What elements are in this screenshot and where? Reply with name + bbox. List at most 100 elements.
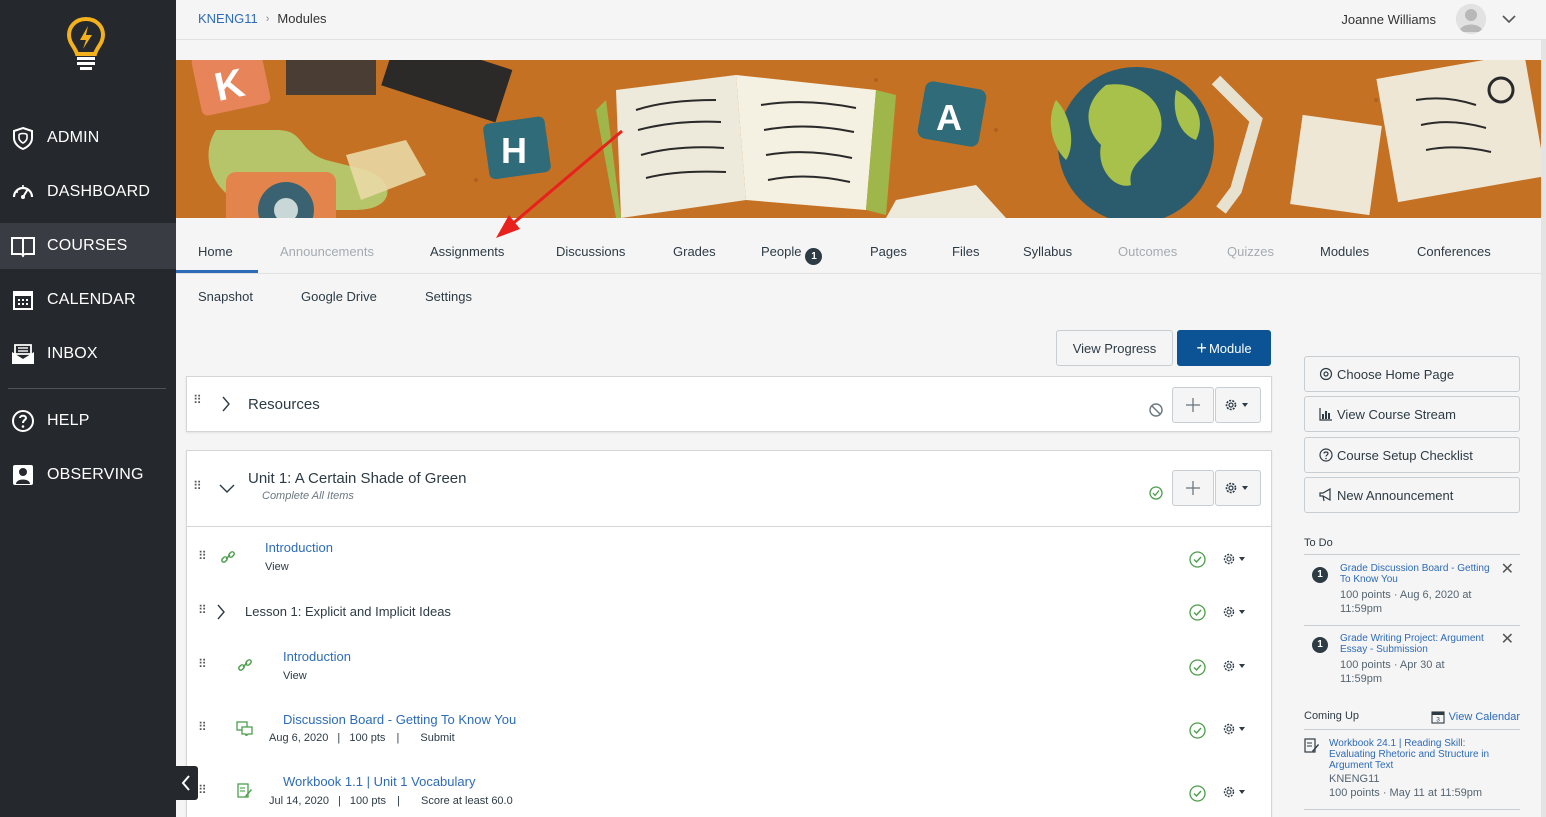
item-title-link[interactable]: Workbook 1.1 | Unit 1 Vocabulary xyxy=(283,774,475,789)
view-course-stream-button[interactable]: View Course Stream xyxy=(1304,396,1520,432)
tab-syllabus[interactable]: Syllabus xyxy=(1023,244,1072,259)
item-settings-button[interactable] xyxy=(1222,551,1252,567)
nav-item-dashboard[interactable]: DASHBOARD xyxy=(0,169,176,215)
module-title[interactable]: Resources xyxy=(248,396,320,413)
scrollbar-track[interactable] xyxy=(1541,40,1546,817)
link-icon xyxy=(238,659,252,671)
list-item: ⠿ Introduction View xyxy=(186,645,1272,690)
observing-icon xyxy=(10,462,36,488)
unpublished-icon[interactable] xyxy=(1149,403,1163,417)
nav-item-courses[interactable]: COURSES xyxy=(0,223,176,269)
collapse-nav-button[interactable] xyxy=(174,766,198,800)
dismiss-close-icon[interactable]: ✕ xyxy=(1501,632,1514,648)
module-title[interactable]: Unit 1: A Certain Shade of Green xyxy=(248,470,466,487)
new-announcement-button[interactable]: New Announcement xyxy=(1304,477,1520,513)
item-settings-button[interactable] xyxy=(1222,604,1252,620)
nav-item-inbox[interactable]: INBOX xyxy=(0,331,176,377)
tab-outcomes[interactable]: Outcomes xyxy=(1118,244,1177,259)
view-progress-button[interactable]: View Progress xyxy=(1056,330,1173,366)
drag-handle-icon[interactable]: ⠿ xyxy=(193,394,202,406)
tab-discussions[interactable]: Discussions xyxy=(556,244,625,259)
module-unit-1: ⠿ Unit 1: A Certain Shade of Green Compl… xyxy=(186,450,1272,817)
completed-check-icon[interactable] xyxy=(1189,551,1206,568)
gear-icon xyxy=(1223,723,1245,735)
inbox-icon xyxy=(10,341,36,367)
todo-meta-time: 11:59pm xyxy=(1340,673,1382,685)
meta-separator: | xyxy=(337,732,341,744)
chevron-right-icon[interactable] xyxy=(216,604,226,620)
item-title-link[interactable]: Discussion Board - Getting To Know You xyxy=(283,712,516,727)
nav-label-observing: OBSERVING xyxy=(47,466,144,483)
todo-link[interactable]: Grade Writing Project: Argument Essay - … xyxy=(1340,633,1492,655)
todo-link[interactable]: Grade Discussion Board - Getting To Know… xyxy=(1340,563,1492,585)
breadcrumb-separator: › xyxy=(265,12,270,25)
completed-check-icon[interactable] xyxy=(1189,785,1206,802)
tab-google-drive[interactable]: Google Drive xyxy=(301,289,377,304)
item-requirement: View xyxy=(283,670,307,682)
nav-item-observing[interactable]: OBSERVING xyxy=(0,452,176,498)
drag-handle-icon[interactable]: ⠿ xyxy=(198,550,207,562)
tab-people[interactable]: People 1 xyxy=(761,244,823,265)
tab-home[interactable]: Home xyxy=(198,244,233,259)
tab-assignments[interactable]: Assignments xyxy=(430,244,504,259)
item-settings-button[interactable] xyxy=(1222,721,1252,737)
todo-count-badge: 1 xyxy=(1312,637,1328,653)
question-circle-icon xyxy=(1319,448,1333,462)
tab-modules[interactable]: Modules xyxy=(1320,244,1369,259)
todo-heading: To Do xyxy=(1304,537,1520,555)
chevron-down-icon[interactable] xyxy=(219,483,235,493)
tab-files[interactable]: Files xyxy=(952,244,979,259)
item-meta-row: Aug 6, 2020 | 100 pts | Submit xyxy=(269,732,455,744)
coming-up-link[interactable]: Workbook 24.1 | Reading Skill: Evaluatin… xyxy=(1329,738,1504,771)
dismiss-close-icon[interactable]: ✕ xyxy=(1501,562,1514,578)
view-calendar-link[interactable]: 3 View Calendar xyxy=(1431,710,1520,724)
completed-check-icon[interactable] xyxy=(1189,722,1206,739)
list-item-subheader: ⠿ Lesson 1: Explicit and Implicit Ideas xyxy=(186,597,1272,627)
tab-snapshot[interactable]: Snapshot xyxy=(198,289,253,304)
module-settings-button[interactable] xyxy=(1215,387,1261,423)
tab-pages[interactable]: Pages xyxy=(870,244,907,259)
item-settings-button[interactable] xyxy=(1222,784,1252,800)
nav-item-help[interactable]: HELP xyxy=(0,398,176,444)
button-label: Choose Home Page xyxy=(1337,366,1455,382)
breadcrumb-course-link[interactable]: KNENG11 xyxy=(198,11,258,26)
meta-separator: | xyxy=(397,795,400,807)
tab-grades[interactable]: Grades xyxy=(673,244,716,259)
completed-check-icon[interactable] xyxy=(1189,604,1206,621)
completed-check-icon[interactable] xyxy=(1189,659,1206,676)
plus-icon: + xyxy=(1196,338,1207,358)
plus-icon xyxy=(1186,398,1200,412)
nav-item-admin[interactable]: ADMIN xyxy=(0,115,176,161)
drag-handle-icon[interactable]: ⠿ xyxy=(198,658,207,670)
user-menu[interactable]: Joanne Williams xyxy=(1341,2,1516,36)
tab-announcements[interactable]: Announcements xyxy=(280,244,374,259)
lightbulb-logo-icon[interactable] xyxy=(66,16,106,74)
add-item-button[interactable] xyxy=(1172,470,1214,506)
tab-settings[interactable]: Settings xyxy=(425,289,472,304)
item-settings-button[interactable] xyxy=(1222,658,1252,674)
tab-quizzes[interactable]: Quizzes xyxy=(1227,244,1274,259)
drag-handle-icon[interactable]: ⠿ xyxy=(198,604,207,616)
tab-conferences[interactable]: Conferences xyxy=(1417,244,1491,259)
item-title-link[interactable]: Introduction xyxy=(283,649,351,664)
nav-label-calendar: CALENDAR xyxy=(47,291,136,308)
add-item-button[interactable] xyxy=(1172,387,1214,423)
drag-handle-icon[interactable]: ⠿ xyxy=(198,721,207,733)
nav-item-calendar[interactable]: CALENDAR xyxy=(0,277,176,323)
chevron-right-icon[interactable] xyxy=(221,396,231,412)
published-check-icon[interactable] xyxy=(1149,486,1163,500)
add-module-button[interactable]: + Module xyxy=(1177,330,1271,366)
global-nav-sidebar: ADMIN DASHBOARD COURSES CALENDAR INBOX H… xyxy=(0,0,176,817)
todo-meta: 100 points · Apr 30 at xyxy=(1340,659,1445,671)
points: 100 pts xyxy=(349,795,387,807)
tab-people-label: People xyxy=(761,244,802,259)
list-item: ⠿ Discussion Board - Getting To Know You… xyxy=(186,708,1272,753)
choose-home-page-button[interactable]: Choose Home Page xyxy=(1304,356,1520,392)
course-setup-checklist-button[interactable]: Course Setup Checklist xyxy=(1304,437,1520,473)
calendar-icon xyxy=(10,287,36,313)
drag-handle-icon[interactable]: ⠿ xyxy=(198,784,207,796)
item-title-link[interactable]: Introduction xyxy=(265,540,333,555)
assignment-icon xyxy=(237,783,252,798)
module-settings-button[interactable] xyxy=(1215,470,1261,506)
drag-handle-icon[interactable]: ⠿ xyxy=(193,480,202,492)
